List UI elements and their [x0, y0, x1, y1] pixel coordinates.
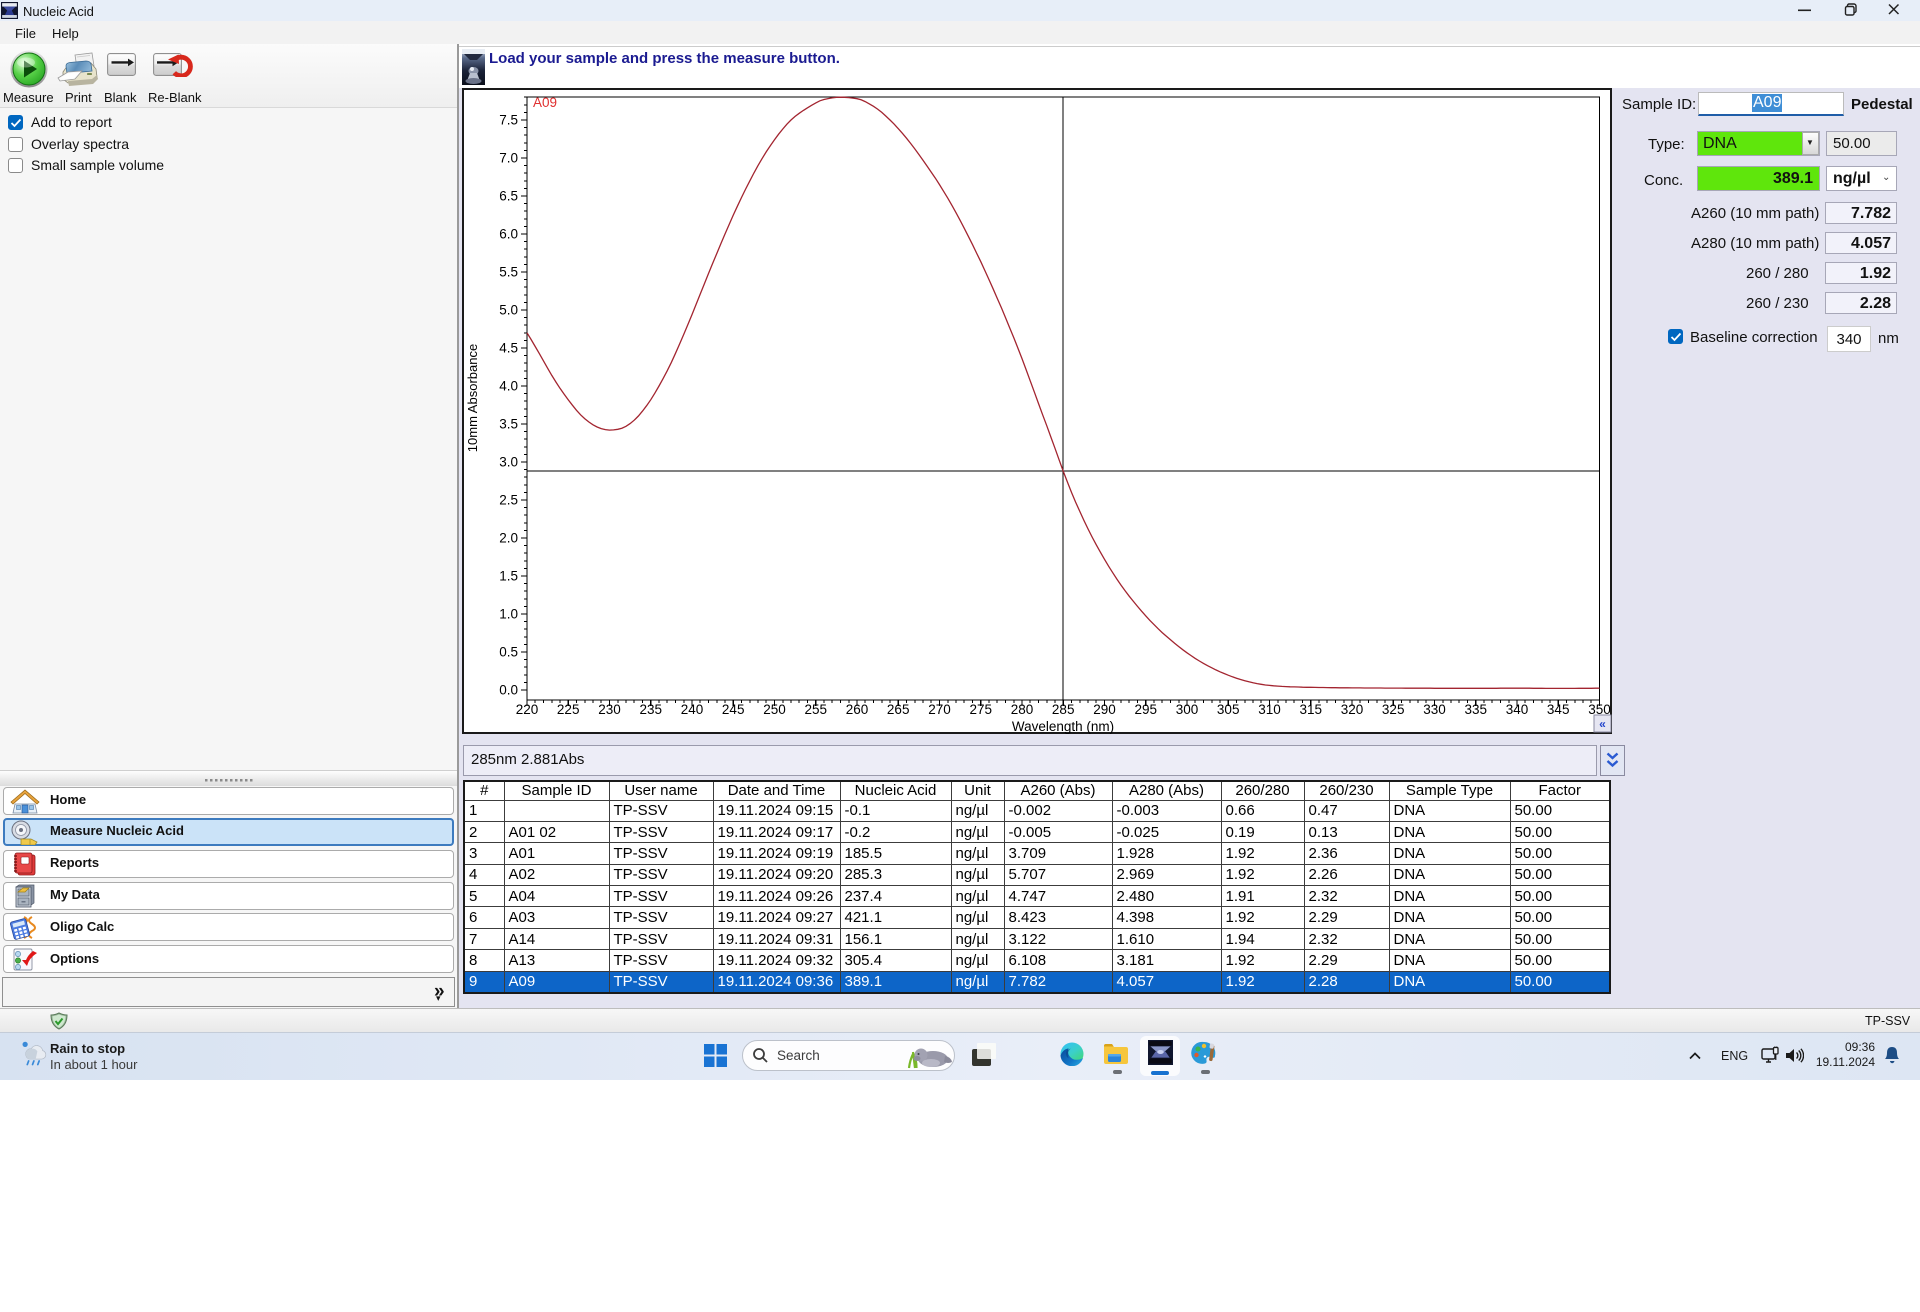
svg-text:3.0: 3.0 [499, 455, 518, 470]
svg-text:270: 270 [928, 702, 951, 717]
svg-text:1.5: 1.5 [499, 569, 518, 584]
svg-text:6.0: 6.0 [499, 227, 518, 242]
svg-text:5.0: 5.0 [499, 303, 518, 318]
svg-text:230: 230 [598, 702, 621, 717]
svg-text:285: 285 [1052, 702, 1075, 717]
svg-text:240: 240 [681, 702, 704, 717]
svg-text:330: 330 [1423, 702, 1446, 717]
svg-text:295: 295 [1135, 702, 1158, 717]
svg-text:235: 235 [640, 702, 663, 717]
svg-text:A09: A09 [533, 95, 557, 110]
svg-text:1.0: 1.0 [499, 607, 518, 622]
svg-text:4.0: 4.0 [499, 379, 518, 394]
svg-text:Wavelength (nm): Wavelength (nm) [1012, 719, 1114, 734]
svg-text:0.5: 0.5 [499, 645, 518, 660]
svg-text:275: 275 [970, 702, 993, 717]
svg-text:250: 250 [763, 702, 786, 717]
svg-text:265: 265 [887, 702, 910, 717]
svg-text:10mm Absorbance: 10mm Absorbance [465, 344, 480, 452]
svg-text:245: 245 [722, 702, 745, 717]
svg-text:260: 260 [846, 702, 869, 717]
svg-text:335: 335 [1465, 702, 1488, 717]
svg-text:300: 300 [1176, 702, 1199, 717]
svg-text:320: 320 [1341, 702, 1364, 717]
svg-text:2.0: 2.0 [499, 531, 518, 546]
svg-text:3.5: 3.5 [499, 417, 518, 432]
svg-text:2.5: 2.5 [499, 493, 518, 508]
svg-text:«: « [1599, 717, 1606, 731]
svg-text:325: 325 [1382, 702, 1405, 717]
svg-text:220: 220 [516, 702, 539, 717]
svg-text:305: 305 [1217, 702, 1240, 717]
svg-text:255: 255 [805, 702, 828, 717]
svg-text:5.5: 5.5 [499, 265, 518, 280]
svg-text:6.5: 6.5 [499, 189, 518, 204]
svg-text:290: 290 [1093, 702, 1116, 717]
svg-text:7.0: 7.0 [499, 151, 518, 166]
svg-text:315: 315 [1300, 702, 1323, 717]
svg-text:340: 340 [1506, 702, 1529, 717]
svg-text:4.5: 4.5 [499, 341, 518, 356]
svg-text:345: 345 [1547, 702, 1570, 717]
svg-text:0.0: 0.0 [499, 683, 518, 698]
svg-text:280: 280 [1011, 702, 1034, 717]
svg-text:225: 225 [557, 702, 580, 717]
svg-text:7.5: 7.5 [499, 113, 518, 128]
svg-text:310: 310 [1258, 702, 1281, 717]
